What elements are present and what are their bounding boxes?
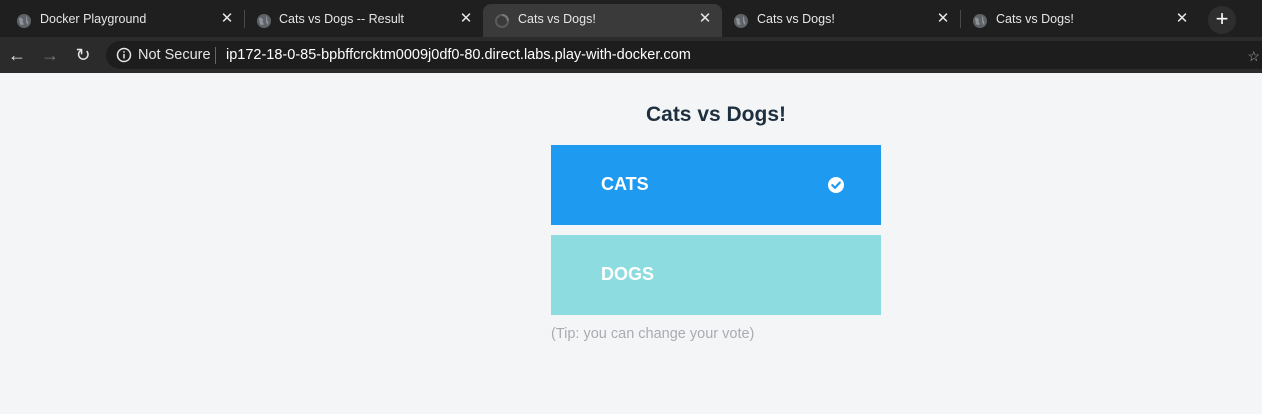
tab-title: Cats vs Dogs -- Result [279, 12, 405, 26]
address-separator [215, 47, 216, 64]
tab-title: Cats vs Dogs! [518, 12, 596, 26]
tab-docker-playground[interactable]: Docker Playground ✕ [0, 4, 244, 37]
globe-icon [973, 14, 987, 28]
close-tab-icon[interactable]: ✕ [934, 9, 952, 29]
globe-icon [17, 14, 31, 28]
back-button[interactable]: ← [5, 43, 29, 67]
loading-spinner-icon [495, 14, 509, 28]
info-icon[interactable] [116, 47, 132, 63]
address-bar[interactable]: Not Secure ip172-18-0-85-bpbffcrcktm0009… [106, 41, 1262, 69]
tab-cats-vs-dogs-3[interactable]: Cats vs Dogs! ✕ [961, 4, 1199, 37]
forward-button[interactable]: → [38, 43, 62, 67]
browser-toolbar: ← → ↻ Not Secure ip172-18-0-85-bpbffcrck… [0, 37, 1262, 73]
vote-cats-button[interactable]: CATS [551, 145, 881, 225]
close-tab-icon[interactable]: ✕ [218, 9, 236, 29]
tab-cats-vs-dogs-result[interactable]: Cats vs Dogs -- Result ✕ [245, 4, 483, 37]
globe-icon [257, 14, 271, 28]
security-status[interactable]: Not Secure [138, 47, 211, 63]
close-tab-icon[interactable]: ✕ [696, 9, 714, 29]
tab-title: Docker Playground [40, 12, 147, 26]
url-text[interactable]: ip172-18-0-85-bpbffcrcktm0009j0df0-80.di… [226, 47, 691, 63]
reload-button[interactable]: ↻ [71, 43, 95, 67]
vote-option-label: DOGS [601, 264, 655, 284]
page-title: Cats vs Dogs! [645, 103, 787, 126]
tab-title: Cats vs Dogs! [757, 12, 835, 26]
page-content: Cats vs Dogs! CATS DOGS (Tip: you can ch… [0, 73, 1262, 414]
close-tab-icon[interactable]: ✕ [457, 9, 475, 29]
globe-icon [734, 14, 748, 28]
close-tab-icon[interactable]: ✕ [1173, 9, 1191, 29]
tab-cats-vs-dogs-active[interactable]: Cats vs Dogs! ✕ [483, 4, 722, 37]
vote-tip: (Tip: you can change your vote) [551, 326, 755, 342]
bookmark-star-icon[interactable]: ☆ [1247, 48, 1260, 65]
new-tab-button[interactable]: + [1208, 6, 1236, 34]
vote-option-label: CATS [601, 174, 649, 194]
vote-dogs-button[interactable]: DOGS [551, 235, 881, 315]
tab-title: Cats vs Dogs! [996, 12, 1074, 26]
check-circle-icon [828, 177, 844, 193]
tab-strip: Docker Playground ✕ Cats vs Dogs -- Resu… [0, 0, 1262, 37]
tab-cats-vs-dogs-2[interactable]: Cats vs Dogs! ✕ [722, 4, 960, 37]
